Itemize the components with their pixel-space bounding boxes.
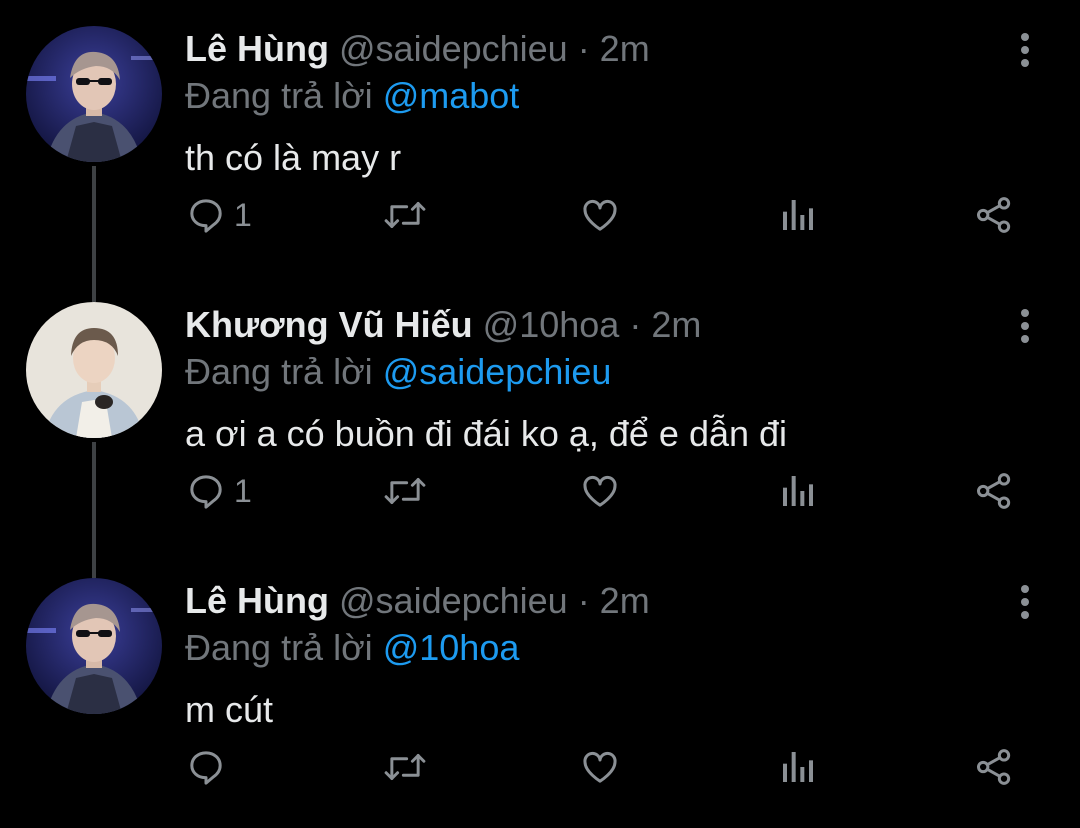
avatar[interactable] xyxy=(26,578,162,714)
like-button[interactable] xyxy=(580,466,620,516)
retweet-button[interactable] xyxy=(382,466,428,516)
views-button[interactable] xyxy=(778,190,818,240)
handle-and-time[interactable]: @10hoa · 2m xyxy=(483,304,702,345)
reply-mention-link[interactable]: @10hoa xyxy=(383,627,520,668)
share-icon xyxy=(977,197,1011,233)
retweet-icon xyxy=(384,754,426,780)
tweet-actions xyxy=(0,742,1080,792)
reply-count: 1 xyxy=(234,473,252,509)
like-icon xyxy=(583,475,617,507)
retweet-button[interactable] xyxy=(382,742,428,792)
tweet[interactable]: Khương Vũ Hiếu @10hoa · 2m Đang trả lời … xyxy=(0,276,1080,552)
views-button[interactable] xyxy=(778,742,818,792)
like-button[interactable] xyxy=(580,190,620,240)
more-vertical-icon xyxy=(1021,309,1029,343)
share-icon xyxy=(977,473,1011,509)
share-button[interactable] xyxy=(974,466,1014,516)
tweet[interactable]: Lê Hùng @saidepchieu · 2m Đang trả lời @… xyxy=(0,0,1080,276)
replying-to-label: Đang trả lời xyxy=(185,351,373,392)
replying-to: Đang trả lời @10hoa xyxy=(185,625,519,671)
retweet-button[interactable] xyxy=(382,190,428,240)
tweet-header: Khương Vũ Hiếu @10hoa · 2m xyxy=(185,302,701,348)
more-options-button[interactable] xyxy=(1008,582,1042,622)
like-button[interactable] xyxy=(580,742,620,792)
like-icon xyxy=(583,751,617,783)
like-icon xyxy=(583,199,617,231)
share-button[interactable] xyxy=(974,742,1014,792)
display-name[interactable]: Lê Hùng xyxy=(185,28,329,69)
reply-icon xyxy=(190,475,222,509)
tweet-actions: 1 xyxy=(0,466,1080,516)
tweet-header: Lê Hùng @saidepchieu · 2m xyxy=(185,578,650,624)
reply-icon xyxy=(190,199,222,233)
display-name[interactable]: Lê Hùng xyxy=(185,580,329,621)
retweet-icon xyxy=(384,478,426,504)
reply-mention-link[interactable]: @mabot xyxy=(383,75,520,116)
more-options-button[interactable] xyxy=(1008,306,1042,346)
replying-to: Đang trả lời @mabot xyxy=(185,73,519,119)
reply-icon xyxy=(190,751,222,785)
tweet-header: Lê Hùng @saidepchieu · 2m xyxy=(185,26,650,72)
more-vertical-icon xyxy=(1021,33,1029,67)
reply-mention-link[interactable]: @saidepchieu xyxy=(383,351,612,392)
tweet-text: m cút xyxy=(185,689,274,730)
reply-button[interactable]: 1 xyxy=(186,466,252,516)
retweet-icon xyxy=(384,202,426,228)
share-icon xyxy=(977,749,1011,785)
views-icon xyxy=(783,476,813,506)
replying-to-label: Đang trả lời xyxy=(185,627,373,668)
handle-and-time[interactable]: @saidepchieu · 2m xyxy=(339,28,650,69)
more-vertical-icon xyxy=(1021,585,1029,619)
display-name[interactable]: Khương Vũ Hiếu xyxy=(185,304,473,345)
tweet-text: a ơi a có buồn đi đái ko ạ, để e dẫn đi xyxy=(185,413,788,454)
views-button[interactable] xyxy=(778,466,818,516)
avatar[interactable] xyxy=(26,302,162,438)
share-button[interactable] xyxy=(974,190,1014,240)
replying-to-label: Đang trả lời xyxy=(185,75,373,116)
tweet[interactable]: Lê Hùng @saidepchieu · 2m Đang trả lời @… xyxy=(0,552,1080,828)
reply-button[interactable]: 1 xyxy=(186,190,252,240)
tweet-actions: 1 xyxy=(0,190,1080,240)
tweet-text: th có là may r xyxy=(185,137,402,178)
views-icon xyxy=(783,200,813,230)
replying-to: Đang trả lời @saidepchieu xyxy=(185,349,611,395)
handle-and-time[interactable]: @saidepchieu · 2m xyxy=(339,580,650,621)
reply-count: 1 xyxy=(234,197,252,233)
more-options-button[interactable] xyxy=(1008,30,1042,70)
avatar[interactable] xyxy=(26,26,162,162)
views-icon xyxy=(783,752,813,782)
reply-button[interactable] xyxy=(186,742,234,792)
